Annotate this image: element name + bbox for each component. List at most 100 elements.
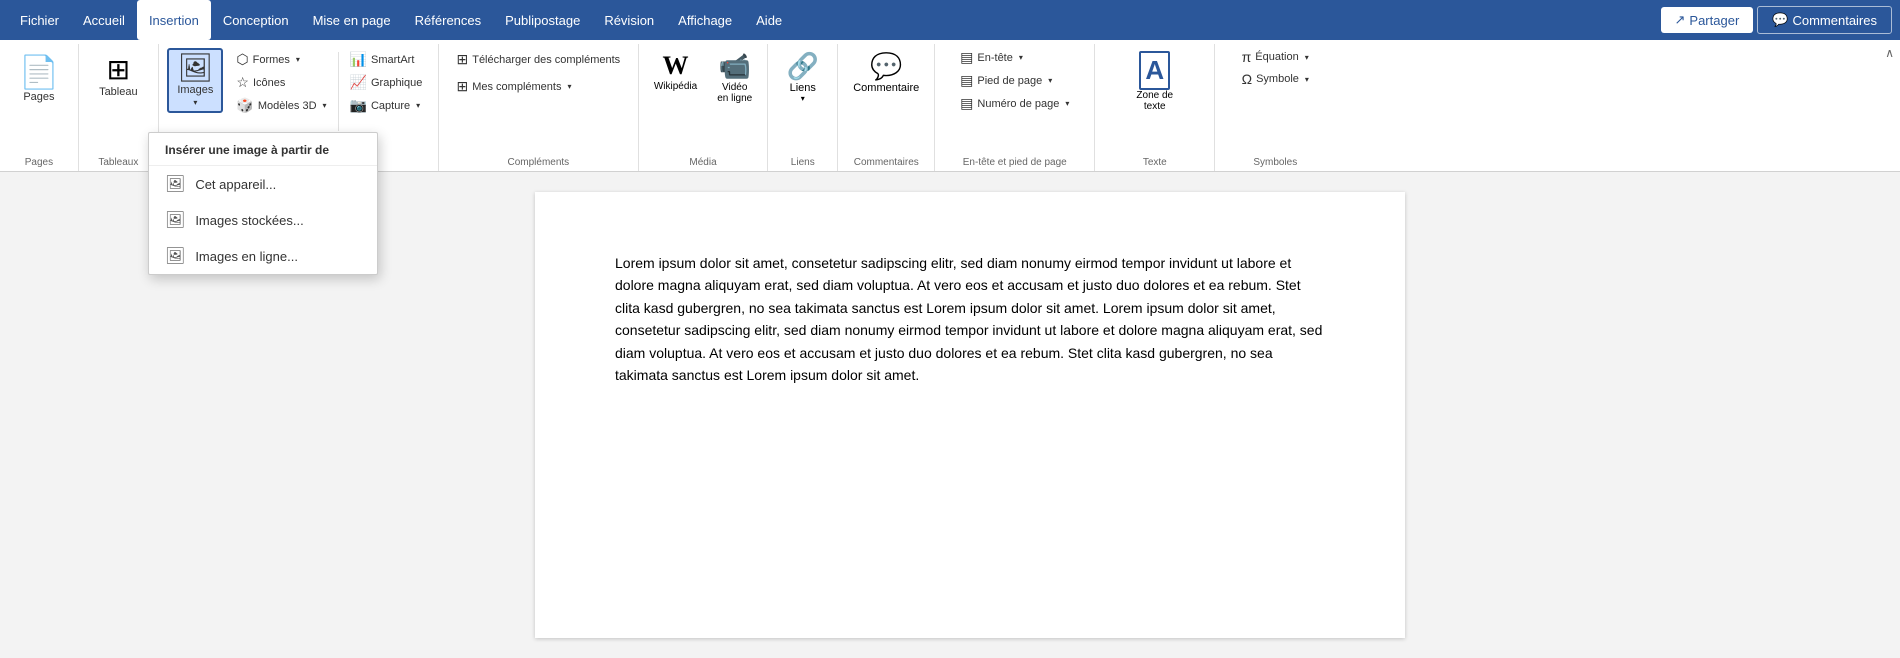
icones-button[interactable]: ☆ Icônes <box>229 71 333 94</box>
share-label: Partager <box>1689 13 1739 28</box>
formes-button[interactable]: ⬡ Formes ▾ <box>229 48 333 71</box>
formes-label: Formes <box>253 54 290 66</box>
ribbon-group-media: W Wikipédia 📹 Vidéo en ligne Média <box>639 44 768 171</box>
menu-publipostage[interactable]: Publipostage <box>493 0 592 40</box>
pages-group-label: Pages <box>25 157 53 168</box>
symboles-buttons: π Équation ▾ Ω Symbole ▾ <box>1235 46 1316 126</box>
liens-arrow: ▾ <box>801 94 805 103</box>
ribbon-group-complements: ⊞ Télécharger des compléments ⊞ Mes comp… <box>439 44 639 171</box>
images-dropdown-menu: Insérer une image à partir de 🖼 Cet appa… <box>148 132 378 275</box>
entete-group-label: En-tête et pied de page <box>935 157 1094 168</box>
wikipedia-icon: W <box>663 51 689 81</box>
menu-fichier[interactable]: Fichier <box>8 0 71 40</box>
smartart-icon: 📊 <box>350 51 367 68</box>
entete-buttons: ▤ En-tête ▾ ▤ Pied de page ▾ ▤ Numéro de… <box>953 46 1076 151</box>
comments-icon: 💬 <box>1772 12 1788 28</box>
menu-conception[interactable]: Conception <box>211 0 301 40</box>
menu-bar: Fichier Accueil Insertion Conception Mis… <box>0 0 1900 40</box>
video-button[interactable]: 📹 Vidéo en ligne <box>708 46 761 109</box>
complements-group-label: Compléments <box>439 157 638 168</box>
menu-revision[interactable]: Révision <box>592 0 666 40</box>
ribbon-group-entete: ▤ En-tête ▾ ▤ Pied de page ▾ ▤ Numéro de… <box>935 44 1095 171</box>
symbole-label: Symbole <box>1256 73 1299 85</box>
images-dropdown-arrow: ▾ <box>193 98 197 107</box>
telecharger-label: Télécharger des compléments <box>472 54 620 66</box>
complements-col: ⊞ Télécharger des compléments ⊞ Mes comp… <box>449 46 627 118</box>
pied-button[interactable]: ▤ Pied de page ▾ <box>953 69 1076 92</box>
pied-label: Pied de page <box>977 75 1042 87</box>
menu-insertion[interactable]: Insertion <box>137 0 211 40</box>
mes-label: Mes compléments <box>472 81 561 93</box>
document-text: Lorem ipsum dolor sit amet, consetetur s… <box>615 252 1325 386</box>
tableaux-group-label: Tableaux <box>79 157 158 168</box>
commentaire-label: Commentaire <box>853 82 919 94</box>
zone-texte-label: Zone de texte <box>1136 90 1173 112</box>
numero-button[interactable]: ▤ Numéro de page ▾ <box>953 92 1076 115</box>
ribbon-collapse-button[interactable]: ∧ <box>1885 46 1894 60</box>
liens-label: Liens <box>790 82 816 94</box>
numero-label: Numéro de page <box>977 98 1059 110</box>
symboles-group-label: Symboles <box>1215 157 1335 168</box>
pages-icon: 📄 <box>19 53 59 91</box>
illustrations-small-buttons: ⬡ Formes ▾ ☆ Icônes 🎲 Modèles 3D ▾ <box>229 48 333 135</box>
images-stockees-label: Images stockées... <box>195 213 303 228</box>
pages-button[interactable]: 📄 Pages <box>10 48 68 108</box>
equation-button[interactable]: π Équation ▾ <box>1235 46 1316 68</box>
images-btn-group: 🖼 Images ▾ <box>167 48 223 113</box>
menu-bar-right: ↗ Partager 💬 Commentaires <box>1661 6 1893 34</box>
images-button[interactable]: 🖼 Images ▾ <box>167 48 223 113</box>
menu-mise-en-page[interactable]: Mise en page <box>301 0 403 40</box>
zone-texte-button[interactable]: A Zone de texte <box>1127 46 1182 117</box>
wikipedia-button[interactable]: W Wikipédia <box>645 46 706 97</box>
liens-icon: 🔗 <box>787 51 819 82</box>
images-stockees-icon: 🖼 <box>165 210 185 230</box>
graphique-button[interactable]: 📈 Graphique <box>343 71 430 94</box>
equation-arrow: ▾ <box>1305 53 1309 62</box>
modeles3d-button[interactable]: 🎲 Modèles 3D ▾ <box>229 94 333 117</box>
images-label: Images <box>177 84 213 96</box>
capture-button[interactable]: 📷 Capture ▾ <box>343 94 430 117</box>
menu-accueil[interactable]: Accueil <box>71 0 137 40</box>
commentaire-button[interactable]: 💬 Commentaire <box>844 46 928 99</box>
menu-affichage[interactable]: Affichage <box>666 0 744 40</box>
ribbon-group-symboles: π Équation ▾ Ω Symbole ▾ Symboles <box>1215 44 1335 171</box>
symboles-col: π Équation ▾ Ω Symbole ▾ <box>1235 46 1316 108</box>
modeles3d-label: Modèles 3D <box>258 100 317 112</box>
ribbon-group-liens: 🔗 Liens ▾ Liens <box>768 44 838 171</box>
liens-button[interactable]: 🔗 Liens ▾ <box>778 46 828 108</box>
entete-arrow: ▾ <box>1019 53 1023 62</box>
entete-label: En-tête <box>977 52 1012 64</box>
capture-icon: 📷 <box>350 97 367 114</box>
tableau-button[interactable]: ⊞ Tableau <box>90 48 147 103</box>
symbole-button[interactable]: Ω Symbole ▾ <box>1235 68 1316 90</box>
telecharger-complements-button[interactable]: ⊞ Télécharger des compléments <box>449 46 627 73</box>
dropdown-item-cet-appareil[interactable]: 🖼 Cet appareil... <box>149 166 377 202</box>
dropdown-item-images-en-ligne[interactable]: 🖼 Images en ligne... <box>149 238 377 274</box>
menu-aide[interactable]: Aide <box>744 0 794 40</box>
smartart-button[interactable]: 📊 SmartArt <box>343 48 430 71</box>
comments-button[interactable]: 💬 Commentaires <box>1757 6 1892 34</box>
mes-complements-button[interactable]: ⊞ Mes compléments ▾ <box>449 73 627 100</box>
ribbon-group-commentaires: 💬 Commentaire Commentaires <box>838 44 935 171</box>
pages-label: Pages <box>23 91 54 103</box>
images-icon: 🖼 <box>178 54 214 82</box>
media-buttons: W Wikipédia 📹 Vidéo en ligne <box>645 46 761 127</box>
share-button[interactable]: ↗ Partager <box>1661 7 1754 33</box>
entete-button[interactable]: ▤ En-tête ▾ <box>953 46 1076 69</box>
modeles3d-arrow: ▾ <box>323 101 327 110</box>
ruler-left <box>0 172 40 658</box>
menu-references[interactable]: Références <box>403 0 493 40</box>
liens-buttons: 🔗 Liens ▾ <box>778 46 828 126</box>
ribbon-group-pages: 📄 Pages Pages <box>0 44 79 171</box>
equation-icon: π <box>1242 49 1252 65</box>
dropdown-item-images-stockees[interactable]: 🖼 Images stockées... <box>149 202 377 238</box>
cet-appareil-label: Cet appareil... <box>195 177 276 192</box>
zone-texte-icon: A <box>1139 51 1170 90</box>
capture-label: Capture <box>371 100 410 112</box>
symbole-icon: Ω <box>1242 71 1252 87</box>
icones-label: Icônes <box>253 77 285 89</box>
document-page[interactable]: Lorem ipsum dolor sit amet, consetetur s… <box>535 192 1405 638</box>
graphique-label: Graphique <box>371 77 422 89</box>
mes-arrow: ▾ <box>567 82 571 91</box>
graphique-icon: 📈 <box>350 74 367 91</box>
